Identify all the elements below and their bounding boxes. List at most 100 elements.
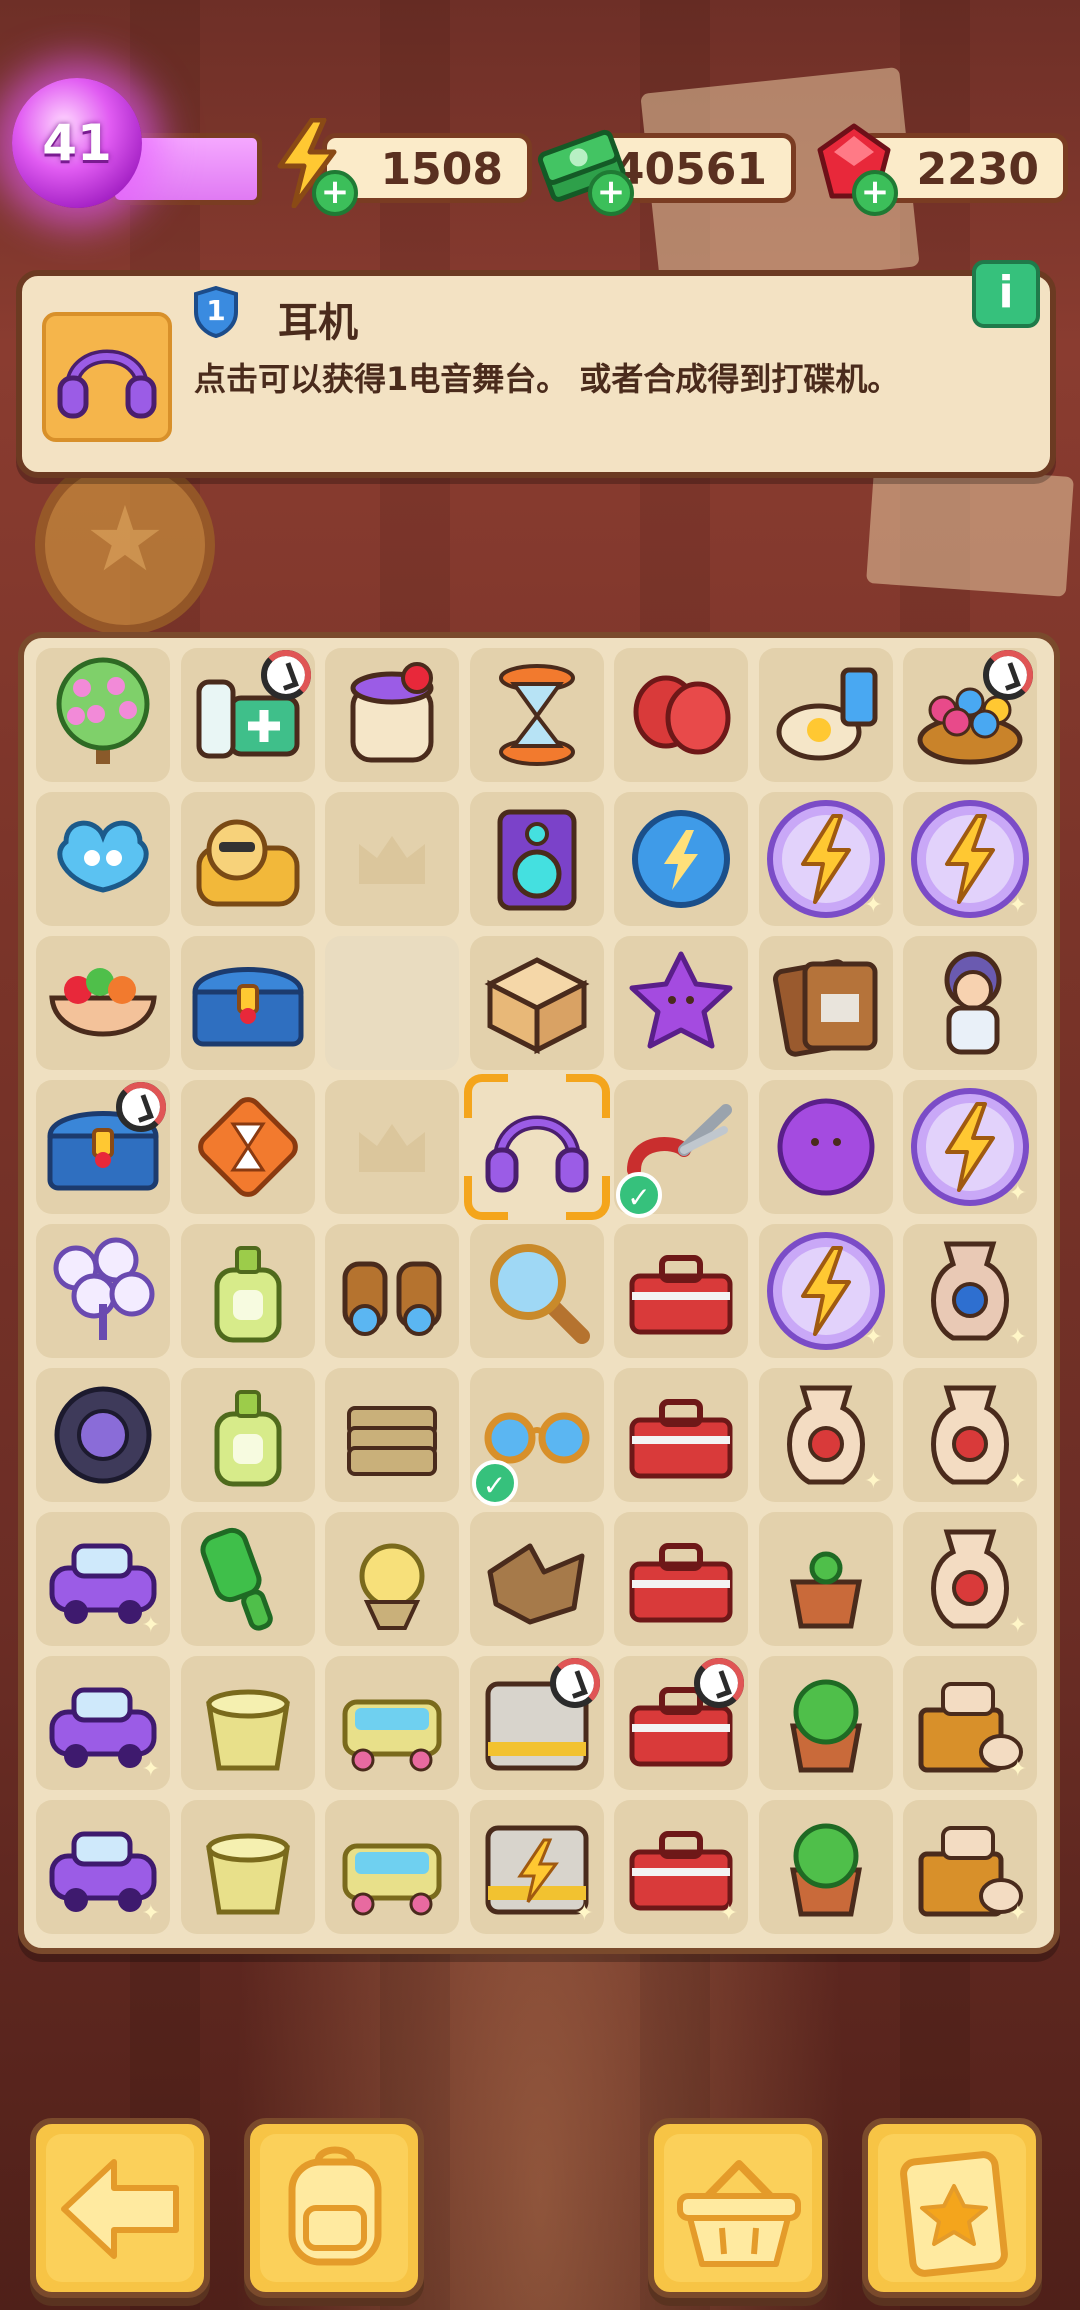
info-button[interactable]: i xyxy=(972,260,1040,328)
board-cell[interactable]: ✦ xyxy=(36,1800,170,1934)
level-orb[interactable]: 41 xyxy=(12,78,142,208)
board-cell[interactable] xyxy=(469,648,604,782)
item-title: 耳机 xyxy=(278,300,358,346)
board-cell[interactable] xyxy=(36,1224,170,1358)
board-cell[interactable] xyxy=(180,936,315,1070)
board-cell[interactable]: ✦ xyxy=(903,1512,1037,1646)
board-cell[interactable] xyxy=(180,1368,315,1502)
level-number: 41 xyxy=(42,114,112,172)
board-cell[interactable] xyxy=(758,1800,893,1934)
board-cell[interactable] xyxy=(180,792,315,926)
board-cell[interactable] xyxy=(180,1656,315,1790)
board-cell[interactable] xyxy=(36,936,170,1070)
board-cell[interactable] xyxy=(758,1656,893,1790)
sparkle-icon: ✦ xyxy=(1008,1325,1027,1350)
board-cell[interactable] xyxy=(180,1512,315,1646)
board-cell[interactable] xyxy=(36,1368,170,1502)
sparkle-icon: ✦ xyxy=(1008,893,1027,918)
board-cell[interactable] xyxy=(325,1656,459,1790)
board-cell[interactable] xyxy=(614,792,748,926)
sparkle-icon: ✦ xyxy=(1008,1613,1027,1638)
fruit-salad-icon xyxy=(49,968,157,1037)
board-cell[interactable] xyxy=(325,1080,459,1214)
item-info-panel: 1 耳机 点击可以获得1电音舞台。 或者合成得到打碟机。 i xyxy=(16,260,1056,478)
board-cell[interactable] xyxy=(758,936,893,1070)
board-cell[interactable] xyxy=(180,1224,315,1358)
board-cell[interactable] xyxy=(36,792,170,926)
purple-star-slime-icon xyxy=(629,951,733,1049)
board-cell[interactable] xyxy=(325,1368,459,1502)
board-cell[interactable] xyxy=(180,1080,315,1214)
timer-icon xyxy=(116,1082,166,1132)
shop-button[interactable] xyxy=(648,2118,828,2298)
bush-pot-icon xyxy=(789,1679,862,1773)
bathtub-icon xyxy=(342,1699,442,1772)
board-cell[interactable] xyxy=(614,648,748,782)
backpack-button[interactable] xyxy=(244,2118,424,2298)
board-cell[interactable] xyxy=(469,936,604,1070)
board-cell[interactable] xyxy=(325,1224,459,1358)
add-cash-button[interactable]: + xyxy=(588,170,634,216)
check-icon: ✓ xyxy=(616,1172,662,1218)
board-cell[interactable] xyxy=(36,648,170,782)
board-cell[interactable]: ✓ xyxy=(469,1368,604,1506)
board-cell[interactable] xyxy=(903,936,1037,1070)
car-wheel-icon xyxy=(54,1386,152,1484)
check-icon: ✓ xyxy=(471,1460,518,1506)
tasks-button[interactable] xyxy=(862,2118,1042,2298)
board-cell[interactable]: ✦ xyxy=(903,792,1037,926)
board-cell[interactable]: ✦ xyxy=(758,1224,893,1358)
board-cell[interactable] xyxy=(325,936,459,1070)
board-cell[interactable]: ✦ xyxy=(903,1368,1037,1502)
bucket-small-icon xyxy=(205,1833,290,1915)
clipboard-star-icon xyxy=(900,2151,1008,2277)
board-cell[interactable] xyxy=(614,1368,748,1502)
board-cell[interactable] xyxy=(614,1224,748,1358)
board-cell[interactable] xyxy=(325,648,459,782)
board-cell[interactable]: ✦ xyxy=(758,1368,893,1502)
board-cell[interactable]: ✦ xyxy=(903,1800,1037,1934)
back-button[interactable] xyxy=(30,2118,210,2298)
cat-sofa-icon xyxy=(196,819,299,907)
sparkle-icon: ✦ xyxy=(864,893,883,918)
board-cell[interactable] xyxy=(758,1080,893,1214)
board-cell[interactable] xyxy=(463,1074,610,1220)
board-cell[interactable] xyxy=(903,648,1037,782)
board-cell[interactable]: ✦ xyxy=(903,1224,1037,1358)
board-cell[interactable] xyxy=(758,648,893,782)
board-cell[interactable] xyxy=(180,648,315,782)
board-cell[interactable]: ✦ xyxy=(758,792,893,926)
sparkle-icon: ✦ xyxy=(141,1757,160,1782)
board-cell[interactable] xyxy=(469,1512,604,1646)
board-cell[interactable] xyxy=(469,792,604,926)
board-cell[interactable] xyxy=(758,1512,893,1646)
board-cell[interactable] xyxy=(36,1080,170,1214)
add-gems-button[interactable]: + xyxy=(852,170,898,216)
board-cell[interactable] xyxy=(325,792,459,926)
board-cell[interactable] xyxy=(180,1800,315,1934)
board-cell[interactable]: ✦ xyxy=(614,1800,748,1934)
board-cell[interactable]: ✦ xyxy=(469,1800,604,1934)
star-medal-decoration xyxy=(35,455,215,635)
board-cell[interactable]: ✦ xyxy=(903,1656,1037,1790)
board-cell[interactable]: ✦ xyxy=(903,1080,1037,1214)
radish-doll-icon xyxy=(359,1543,425,1630)
board-cell[interactable] xyxy=(614,1512,748,1646)
jam-jar-icon xyxy=(350,662,434,763)
board-cell[interactable] xyxy=(469,1656,604,1790)
purple-blob-icon xyxy=(777,1098,874,1196)
board-cell[interactable]: ✓ xyxy=(614,1080,748,1218)
board-cell[interactable] xyxy=(325,1800,459,1934)
board-cell[interactable] xyxy=(614,936,748,1070)
gem-value: 2230 xyxy=(916,144,1039,195)
toolbox-icon xyxy=(629,1255,733,1335)
board-cell[interactable]: ✦ xyxy=(36,1512,170,1646)
puzzle-box-icon xyxy=(484,957,589,1055)
board-cell[interactable]: ✦ xyxy=(36,1656,170,1790)
breakfast-plate-icon xyxy=(776,667,877,761)
timer-icon xyxy=(549,1658,600,1708)
add-energy-button[interactable]: + xyxy=(312,170,358,216)
board-cell[interactable] xyxy=(325,1512,459,1646)
board-cell[interactable] xyxy=(469,1224,604,1358)
board-cell[interactable] xyxy=(614,1656,748,1790)
